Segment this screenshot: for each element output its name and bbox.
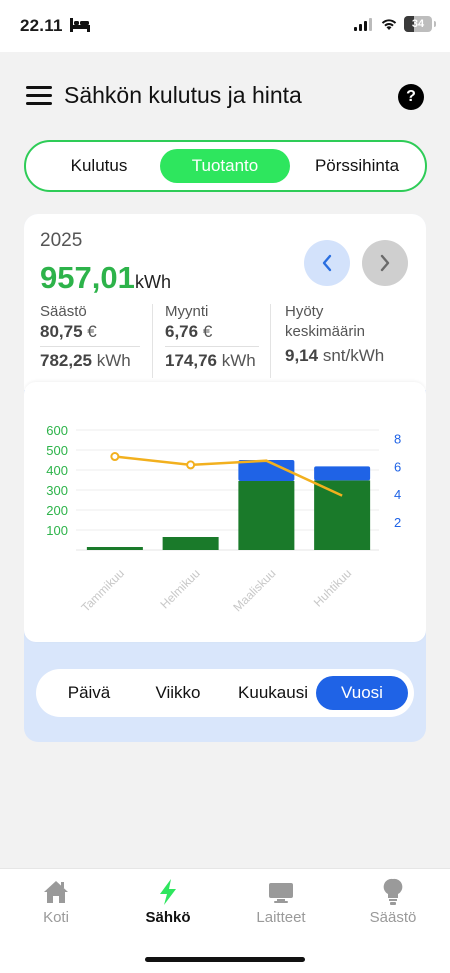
stat-divider (270, 304, 271, 378)
right-axis-tick: 8 (394, 431, 401, 446)
bolt-icon (160, 879, 176, 905)
period-week[interactable]: Viikko (140, 676, 216, 710)
nav-koti[interactable]: Koti (16, 877, 96, 926)
status-time: 22.11 (20, 16, 63, 35)
tab-tuotanto[interactable]: Tuotanto (160, 149, 290, 183)
help-icon[interactable]: ? (398, 84, 424, 110)
tab-porssihinta[interactable]: Pörssihinta (296, 149, 418, 183)
chart-bar-overlay (314, 480, 370, 550)
monitor-icon (269, 883, 293, 903)
battery-level: 34 (411, 18, 425, 30)
home-icon (44, 881, 68, 903)
production-chart: 100 200 300 400 500 600 2 4 6 8 Tammikuu Helmikuu Ma… (24, 382, 426, 642)
right-axis-tick: 4 (394, 487, 401, 502)
left-axis-tick: 400 (46, 463, 68, 478)
view-tabs: Kulutus Tuotanto Pörssihinta (24, 140, 427, 192)
benefit-label-1: Hyöty (285, 303, 324, 320)
stat-divider (152, 304, 153, 378)
period-selector: Päivä Viikko Kuukausi Vuosi (36, 669, 414, 717)
previous-year-button[interactable] (304, 240, 350, 286)
chart-bar-helmikuu-series-1 (162, 537, 219, 550)
chart-bar-overlay (238, 481, 294, 550)
chart-line-point (110, 452, 120, 462)
benefit-label-2: keskimäärin (285, 323, 366, 340)
production-card: 2025 957,01 kWh Säästö 80,75 € 782,25 kW… (24, 214, 426, 742)
signal-icon (354, 18, 372, 31)
left-axis-tick: 300 (46, 483, 68, 498)
sales-label: Myynti (165, 303, 209, 320)
savings-label: Säästö (40, 303, 87, 320)
benefit-value: 9,14 snt/kWh (285, 346, 385, 365)
period-day[interactable]: Päivä (50, 676, 128, 710)
chart-bar-overlay (314, 466, 370, 480)
app-header: Sähkön kulutus ja hinta ? (26, 78, 424, 114)
total-production-value: 957,01 (40, 260, 135, 295)
chart-bar-tammikuu-series-1 (86, 547, 143, 550)
chart-svg: 100 200 300 400 500 600 2 4 6 8 Tammikuu Helmikuu Ma… (46, 423, 401, 615)
nav-sahko[interactable]: Sähkö (128, 877, 208, 926)
menu-icon[interactable] (26, 86, 52, 106)
x-axis-label: Huhtikuu (311, 566, 354, 609)
next-year-button[interactable] (362, 240, 408, 286)
x-axis-label: Helmikuu (157, 566, 202, 611)
chevron-left-icon (322, 254, 332, 272)
nav-koti-label: Koti (43, 909, 69, 926)
benefit-stat: Hyöty keskimäärin 9,14 snt/kWh (285, 302, 415, 366)
page-title: Sähkön kulutus ja hinta (64, 82, 302, 108)
right-axis-tick: 6 (394, 459, 401, 474)
savings-stat: Säästö 80,75 € 782,25 kWh (40, 302, 140, 371)
battery-icon: 34 (404, 16, 436, 32)
status-bar: 22.11 34 (0, 0, 450, 52)
chart-line-point (186, 460, 196, 470)
chart-bar-overlay (238, 460, 294, 481)
left-axis-tick: 500 (46, 443, 68, 458)
year-label: 2025 (40, 230, 83, 251)
wifi-icon (381, 19, 397, 30)
left-axis-tick: 100 (46, 523, 68, 538)
total-production-unit: kWh (135, 272, 171, 292)
left-axis-tick: 200 (46, 503, 68, 518)
x-axis-label: Maaliskuu (230, 566, 278, 614)
summary-stats: Säästö 80,75 € 782,25 kWh Myynti 6,76 € … (24, 302, 426, 386)
lightbulb-icon (383, 878, 403, 905)
left-axis-tick: 600 (46, 423, 68, 438)
period-year[interactable]: Vuosi (316, 676, 408, 710)
nav-laitteet[interactable]: Laitteet (241, 877, 321, 926)
sleep-focus-icon (70, 18, 90, 32)
savings-kwh: 782,25 kWh (40, 351, 131, 370)
savings-euro: 80,75 € (40, 322, 97, 341)
nav-saasto-label: Säästö (369, 909, 417, 926)
nav-sahko-label: Sähkö (145, 909, 191, 926)
x-axis-label: Tammikuu (78, 566, 127, 615)
period-month[interactable]: Kuukausi (228, 676, 318, 710)
sales-stat: Myynti 6,76 € 174,76 kWh (165, 302, 259, 371)
right-axis-tick: 2 (394, 515, 401, 530)
chevron-right-icon (380, 254, 390, 272)
summary-panel: 2025 957,01 kWh Säästö 80,75 € 782,25 kW… (24, 214, 426, 390)
home-indicator (145, 957, 305, 962)
nav-laitteet-label: Laitteet (256, 909, 306, 926)
sales-euro: 6,76 € (165, 322, 213, 341)
tab-kulutus[interactable]: Kulutus (48, 149, 150, 183)
sales-kwh: 174,76 kWh (165, 351, 256, 370)
nav-saasto[interactable]: Säästö (353, 877, 433, 926)
